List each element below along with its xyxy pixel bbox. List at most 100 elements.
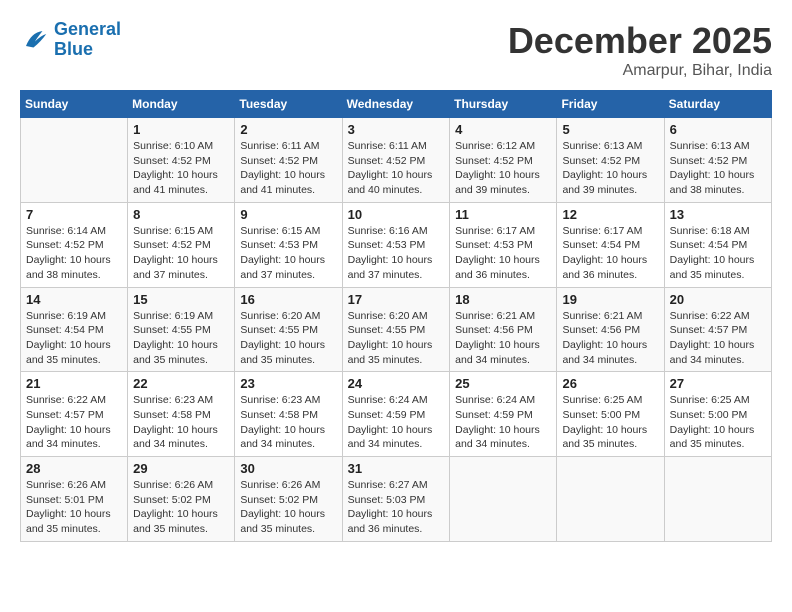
calendar-week-row: 21Sunrise: 6:22 AM Sunset: 4:57 PM Dayli… xyxy=(21,372,772,457)
day-info: Sunrise: 6:15 AM Sunset: 4:53 PM Dayligh… xyxy=(240,224,336,283)
day-number: 22 xyxy=(133,376,229,391)
day-info: Sunrise: 6:21 AM Sunset: 4:56 PM Dayligh… xyxy=(562,309,658,368)
day-number: 16 xyxy=(240,292,336,307)
calendar-cell: 6 Sunrise: 6:13 AM Sunset: 4:52 PM Daylig… xyxy=(664,118,771,203)
day-info: Sunrise: 6:10 AM Sunset: 4:52 PM Dayligh… xyxy=(133,139,229,198)
day-number: 13 xyxy=(670,207,766,222)
day-number: 6 xyxy=(670,122,766,137)
day-info: Sunrise: 6:26 AM Sunset: 5:02 PM Dayligh… xyxy=(240,478,336,537)
header-day: Sunday xyxy=(21,91,128,118)
day-info: Sunrise: 6:24 AM Sunset: 4:59 PM Dayligh… xyxy=(455,393,551,452)
calendar-cell: 30 Sunrise: 6:26 AM Sunset: 5:02 PM Dayli… xyxy=(235,457,342,542)
calendar-cell: 18Sunrise: 6:21 AM Sunset: 4:56 PM Dayli… xyxy=(450,287,557,372)
day-info: Sunrise: 6:21 AM Sunset: 4:56 PM Dayligh… xyxy=(455,309,551,368)
calendar-week-row: 28Sunrise: 6:26 AM Sunset: 5:01 PM Dayli… xyxy=(21,457,772,542)
day-info: Sunrise: 6:11 AM Sunset: 4:52 PM Dayligh… xyxy=(348,139,445,198)
day-number: 10 xyxy=(348,207,445,222)
day-number: 23 xyxy=(240,376,336,391)
calendar-cell: 15 Sunrise: 6:19 AM Sunset: 4:55 PM Dayli… xyxy=(128,287,235,372)
header-day: Thursday xyxy=(450,91,557,118)
calendar-cell: 25 Sunrise: 6:24 AM Sunset: 4:59 PM Dayli… xyxy=(450,372,557,457)
day-number: 26 xyxy=(562,376,658,391)
day-info: Sunrise: 6:18 AM Sunset: 4:54 PM Dayligh… xyxy=(670,224,766,283)
calendar-body: 1 Sunrise: 6:10 AM Sunset: 4:52 PM Daylig… xyxy=(21,118,772,542)
calendar-week-row: 7 Sunrise: 6:14 AM Sunset: 4:52 PM Daylig… xyxy=(21,202,772,287)
calendar-cell: 14 Sunrise: 6:19 AM Sunset: 4:54 PM Dayli… xyxy=(21,287,128,372)
day-info: Sunrise: 6:25 AM Sunset: 5:00 PM Dayligh… xyxy=(562,393,658,452)
day-number: 20 xyxy=(670,292,766,307)
day-info: Sunrise: 6:12 AM Sunset: 4:52 PM Dayligh… xyxy=(455,139,551,198)
day-info: Sunrise: 6:16 AM Sunset: 4:53 PM Dayligh… xyxy=(348,224,445,283)
day-info: Sunrise: 6:19 AM Sunset: 4:55 PM Dayligh… xyxy=(133,309,229,368)
day-number: 12 xyxy=(562,207,658,222)
calendar-cell xyxy=(557,457,664,542)
day-number: 1 xyxy=(133,122,229,137)
header-day: Saturday xyxy=(664,91,771,118)
day-info: Sunrise: 6:15 AM Sunset: 4:52 PM Dayligh… xyxy=(133,224,229,283)
day-info: Sunrise: 6:11 AM Sunset: 4:52 PM Dayligh… xyxy=(240,139,336,198)
logo-icon xyxy=(20,25,50,55)
calendar-cell xyxy=(21,118,128,203)
day-number: 27 xyxy=(670,376,766,391)
calendar-cell: 2 Sunrise: 6:11 AM Sunset: 4:52 PM Daylig… xyxy=(235,118,342,203)
calendar-table: SundayMondayTuesdayWednesdayThursdayFrid… xyxy=(20,90,772,542)
day-number: 9 xyxy=(240,207,336,222)
calendar-cell xyxy=(664,457,771,542)
day-number: 24 xyxy=(348,376,445,391)
day-info: Sunrise: 6:20 AM Sunset: 4:55 PM Dayligh… xyxy=(240,309,336,368)
day-number: 2 xyxy=(240,122,336,137)
calendar-cell: 29Sunrise: 6:26 AM Sunset: 5:02 PM Dayli… xyxy=(128,457,235,542)
day-info: Sunrise: 6:13 AM Sunset: 4:52 PM Dayligh… xyxy=(670,139,766,198)
day-number: 3 xyxy=(348,122,445,137)
day-number: 7 xyxy=(26,207,122,222)
calendar-cell xyxy=(450,457,557,542)
header-row: SundayMondayTuesdayWednesdayThursdayFrid… xyxy=(21,91,772,118)
day-info: Sunrise: 6:13 AM Sunset: 4:52 PM Dayligh… xyxy=(562,139,658,198)
day-info: Sunrise: 6:24 AM Sunset: 4:59 PM Dayligh… xyxy=(348,393,445,452)
calendar-cell: 17Sunrise: 6:20 AM Sunset: 4:55 PM Dayli… xyxy=(342,287,450,372)
calendar-cell: 23Sunrise: 6:23 AM Sunset: 4:58 PM Dayli… xyxy=(235,372,342,457)
logo: General Blue xyxy=(20,20,121,60)
day-info: Sunrise: 6:20 AM Sunset: 4:55 PM Dayligh… xyxy=(348,309,445,368)
day-number: 15 xyxy=(133,292,229,307)
month-title: December 2025 xyxy=(508,20,772,62)
title-block: December 2025 Amarpur, Bihar, India xyxy=(508,20,772,80)
calendar-cell: 10 Sunrise: 6:16 AM Sunset: 4:53 PM Dayli… xyxy=(342,202,450,287)
day-number: 5 xyxy=(562,122,658,137)
day-info: Sunrise: 6:23 AM Sunset: 4:58 PM Dayligh… xyxy=(133,393,229,452)
header-day: Monday xyxy=(128,91,235,118)
day-number: 21 xyxy=(26,376,122,391)
day-number: 25 xyxy=(455,376,551,391)
day-number: 4 xyxy=(455,122,551,137)
day-info: Sunrise: 6:19 AM Sunset: 4:54 PM Dayligh… xyxy=(26,309,122,368)
day-number: 11 xyxy=(455,207,551,222)
day-info: Sunrise: 6:26 AM Sunset: 5:02 PM Dayligh… xyxy=(133,478,229,537)
day-number: 28 xyxy=(26,461,122,476)
page-header: General Blue December 2025 Amarpur, Biha… xyxy=(20,20,772,80)
calendar-cell: 7 Sunrise: 6:14 AM Sunset: 4:52 PM Daylig… xyxy=(21,202,128,287)
day-info: Sunrise: 6:14 AM Sunset: 4:52 PM Dayligh… xyxy=(26,224,122,283)
day-number: 14 xyxy=(26,292,122,307)
header-day: Wednesday xyxy=(342,91,450,118)
day-number: 19 xyxy=(562,292,658,307)
day-number: 8 xyxy=(133,207,229,222)
calendar-cell: 16 Sunrise: 6:20 AM Sunset: 4:55 PM Dayli… xyxy=(235,287,342,372)
calendar-cell: 21Sunrise: 6:22 AM Sunset: 4:57 PM Dayli… xyxy=(21,372,128,457)
calendar-cell: 20Sunrise: 6:22 AM Sunset: 4:57 PM Dayli… xyxy=(664,287,771,372)
calendar-cell: 4 Sunrise: 6:12 AM Sunset: 4:52 PM Daylig… xyxy=(450,118,557,203)
calendar-cell: 8 Sunrise: 6:15 AM Sunset: 4:52 PM Daylig… xyxy=(128,202,235,287)
calendar-cell: 1 Sunrise: 6:10 AM Sunset: 4:52 PM Daylig… xyxy=(128,118,235,203)
calendar-cell: 5 Sunrise: 6:13 AM Sunset: 4:52 PM Daylig… xyxy=(557,118,664,203)
calendar-cell: 9 Sunrise: 6:15 AM Sunset: 4:53 PM Daylig… xyxy=(235,202,342,287)
calendar-cell: 28Sunrise: 6:26 AM Sunset: 5:01 PM Dayli… xyxy=(21,457,128,542)
calendar-cell: 31Sunrise: 6:27 AM Sunset: 5:03 PM Dayli… xyxy=(342,457,450,542)
day-number: 30 xyxy=(240,461,336,476)
calendar-week-row: 14 Sunrise: 6:19 AM Sunset: 4:54 PM Dayli… xyxy=(21,287,772,372)
calendar-cell: 3 Sunrise: 6:11 AM Sunset: 4:52 PM Daylig… xyxy=(342,118,450,203)
calendar-cell: 13 Sunrise: 6:18 AM Sunset: 4:54 PM Dayli… xyxy=(664,202,771,287)
calendar-cell: 27Sunrise: 6:25 AM Sunset: 5:00 PM Dayli… xyxy=(664,372,771,457)
day-info: Sunrise: 6:17 AM Sunset: 4:53 PM Dayligh… xyxy=(455,224,551,283)
calendar-week-row: 1 Sunrise: 6:10 AM Sunset: 4:52 PM Daylig… xyxy=(21,118,772,203)
day-info: Sunrise: 6:17 AM Sunset: 4:54 PM Dayligh… xyxy=(562,224,658,283)
calendar-cell: 12 Sunrise: 6:17 AM Sunset: 4:54 PM Dayli… xyxy=(557,202,664,287)
